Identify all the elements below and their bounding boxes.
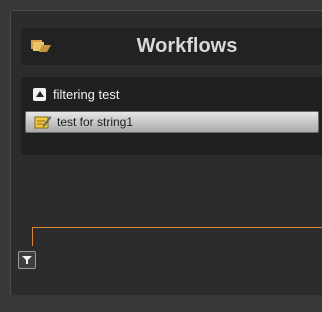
tree-group-filtering-test[interactable]: filtering test — [25, 81, 319, 107]
tree-group-label: filtering test — [53, 86, 120, 102]
workflow-tree: filtering test test for string1 — [21, 77, 322, 155]
collapse-arrow-icon[interactable] — [33, 87, 46, 101]
workflows-header: Workflows — [21, 28, 322, 65]
connector-line — [32, 227, 322, 228]
workflows-icon — [31, 40, 51, 52]
tree-item-test-for-string1[interactable]: test for string1 — [25, 111, 319, 133]
filter-funnel-icon — [22, 256, 32, 264]
tree-item-label: test for string1 — [57, 115, 134, 129]
connector-line-vertical — [32, 227, 33, 246]
panel-title: Workflows — [136, 35, 238, 57]
filter-button[interactable] — [18, 251, 36, 269]
workflows-panel: Workflows filtering test test for string… — [10, 10, 322, 295]
edit-workflow-icon — [34, 116, 52, 129]
